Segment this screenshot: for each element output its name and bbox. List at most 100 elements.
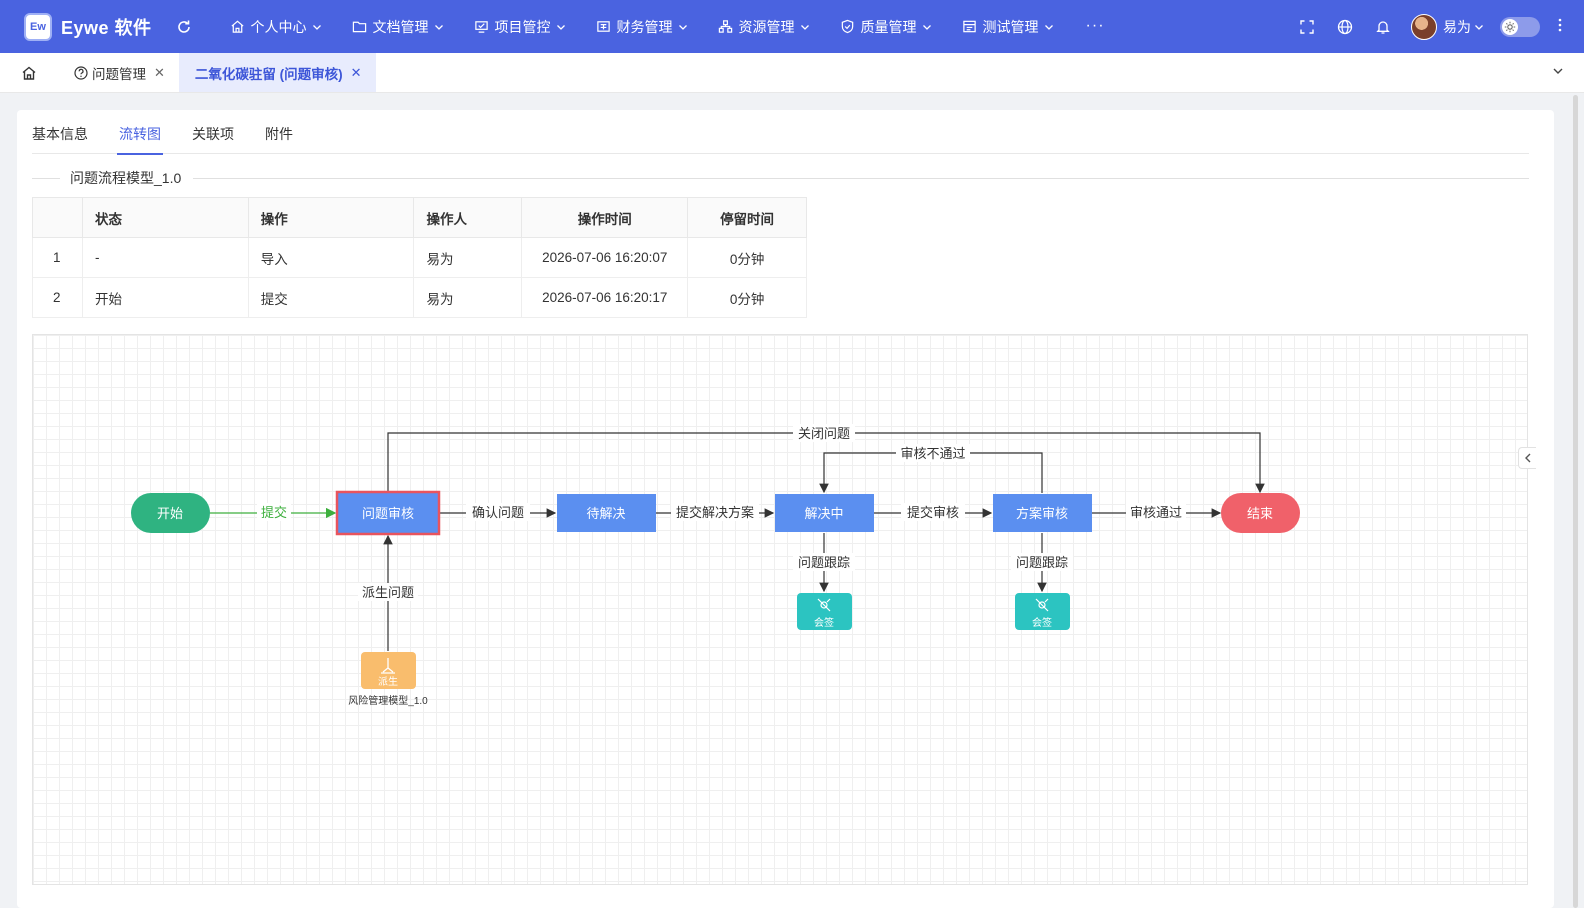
chevron-down-icon[interactable] <box>1552 65 1564 80</box>
menu-label: 个人中心 <box>250 18 307 35</box>
menu-label: 资源管理 <box>738 18 795 35</box>
chevron-down-icon <box>800 24 809 30</box>
node-countersign-2[interactable]: 会签 <box>1015 593 1070 630</box>
node-solving[interactable]: 解决中 <box>775 494 874 532</box>
table-cell: 1 <box>32 237 83 278</box>
table-cell: 易为 <box>413 237 523 278</box>
column-header: 操作人 <box>413 197 523 238</box>
table-row: 1 - 导入 易为 2026-07-06 16:20:07 0分钟 <box>32 237 807 278</box>
refresh-icon[interactable] <box>174 17 194 37</box>
user-menu[interactable]: 易为 <box>1411 13 1484 40</box>
chevron-down-icon <box>922 24 931 30</box>
folder-icon <box>352 21 366 33</box>
node-pending[interactable]: 待解决 <box>557 494 656 532</box>
menu-label: 项目管控 <box>494 18 551 35</box>
node-derive[interactable]: 派生 <box>361 652 416 689</box>
menu-label: 测试管理 <box>982 18 1039 35</box>
edge-label-submit-review: 提交审核 <box>907 505 959 520</box>
node-label: 待解决 <box>586 506 625 521</box>
more-vertical-icon[interactable] <box>1558 18 1562 35</box>
table-cell: 开始 <box>81 277 249 318</box>
side-panel-toggle[interactable] <box>1518 447 1536 469</box>
table-cell: - <box>81 237 249 278</box>
derive-model-caption: 风险管理模型_1.0 <box>348 694 428 707</box>
table-row: 2 开始 提交 易为 2026-07-06 16:20:17 0分钟 <box>32 277 807 318</box>
chevron-down-icon <box>1475 24 1483 30</box>
node-countersign-1[interactable]: 会签 <box>797 593 852 630</box>
node-start[interactable]: 开始 <box>131 493 210 533</box>
test-icon <box>962 20 976 33</box>
sun-icon <box>1502 18 1518 35</box>
menu-project-control[interactable]: 项目管控 <box>474 17 566 37</box>
flow-diagram-canvas[interactable]: 提交 确认问题 提交解决方案 提交审核 审核通过 关闭问题 审核不通过 问题跟踪… <box>32 334 1528 885</box>
operation-log-table: 状态 操作 操作人 操作时间 停留时间 1 - 导入 易为 2026-07-06… <box>32 197 807 318</box>
subtab-basic-info[interactable]: 基本信息 <box>32 124 88 154</box>
node-issue-review[interactable]: 问题审核 <box>335 490 441 536</box>
menu-more-button[interactable]: ··· <box>1086 17 1105 37</box>
column-header <box>32 197 83 238</box>
column-header: 操作 <box>247 197 415 238</box>
table-header-row: 状态 操作 操作人 操作时间 停留时间 <box>32 197 807 238</box>
main-card: 基本信息 流转图 关联项 附件 问题流程模型_1.0 状态 操作 操作人 操作时… <box>17 110 1554 908</box>
section-title: 问题流程模型_1.0 <box>32 168 1529 188</box>
shield-icon <box>841 19 853 34</box>
app-logo[interactable]: Ew Eywe 软件 <box>24 12 152 41</box>
chevron-down-icon <box>556 24 565 30</box>
home-tab[interactable] <box>0 53 58 92</box>
main-menu: 个人中心 文档管理 项目管控 财务管理 资源管理 质量管理 测试管理 ··· <box>230 17 1105 37</box>
page-tabbar: 问题管理 ✕ 二氧化碳驻留 (问题审核) ✕ <box>0 53 1584 93</box>
menu-finance-management[interactable]: 财务管理 <box>596 17 688 37</box>
node-label: 结束 <box>1247 506 1273 521</box>
menu-test-management[interactable]: 测试管理 <box>962 17 1054 37</box>
chevron-down-icon <box>1044 24 1053 30</box>
node-plan-review[interactable]: 方案审核 <box>993 494 1092 532</box>
menu-label: 财务管理 <box>616 18 673 35</box>
edge-label-submit: 提交 <box>261 505 287 520</box>
flow-edges <box>210 432 1265 651</box>
project-icon <box>474 21 488 33</box>
menu-label: 文档管理 <box>372 18 429 35</box>
menu-label: 质量管理 <box>860 18 917 35</box>
menu-personal-center[interactable]: 个人中心 <box>230 17 322 37</box>
column-header: 状态 <box>81 197 249 238</box>
home-icon <box>231 20 244 33</box>
app-title: Eywe 软件 <box>61 17 152 38</box>
edge-label-track-1: 问题跟踪 <box>798 555 850 570</box>
node-label: 开始 <box>157 506 183 521</box>
table-cell: 导入 <box>247 237 415 278</box>
node-label: 派生 <box>378 675 398 688</box>
node-label: 解决中 <box>804 506 843 521</box>
node-label: 会签 <box>814 616 834 629</box>
table-cell: 提交 <box>247 277 415 318</box>
tab-issue-review[interactable]: 二氧化碳驻留 (问题审核) ✕ <box>178 53 376 92</box>
finance-icon <box>596 21 610 32</box>
fullscreen-icon[interactable] <box>1297 17 1317 37</box>
question-icon <box>74 65 88 80</box>
bell-icon[interactable] <box>1373 17 1393 37</box>
scrollbar[interactable] <box>1573 95 1578 908</box>
edge-label-approve: 审核通过 <box>1130 505 1182 520</box>
theme-toggle[interactable] <box>1500 16 1540 37</box>
node-label: 问题审核 <box>362 506 414 521</box>
tab-issue-management[interactable]: 问题管理 ✕ <box>58 53 179 92</box>
edge-label-track-2: 问题跟踪 <box>1016 555 1068 570</box>
flow-diagram: 提交 确认问题 提交解决方案 提交审核 审核通过 关闭问题 审核不通过 问题跟踪… <box>131 424 1300 707</box>
table-cell: 易为 <box>413 277 523 318</box>
menu-quality-management[interactable]: 质量管理 <box>840 17 932 37</box>
menu-document-management[interactable]: 文档管理 <box>352 17 444 37</box>
edge-label-derived: 派生问题 <box>362 585 414 600</box>
chevron-down-icon <box>434 24 443 30</box>
divider <box>193 177 1529 179</box>
tab-label: 问题管理 <box>92 66 146 82</box>
subtab-flow-chart[interactable]: 流转图 <box>117 124 163 155</box>
globe-icon[interactable] <box>1335 17 1355 37</box>
menu-resource-management[interactable]: 资源管理 <box>718 17 810 37</box>
table-cell: 2026-07-06 16:20:07 <box>521 237 689 278</box>
close-icon[interactable]: ✕ <box>154 65 165 81</box>
close-icon[interactable]: ✕ <box>351 65 362 81</box>
process-model-title: 问题流程模型_1.0 <box>70 170 182 186</box>
subtab-related-items[interactable]: 关联项 <box>192 124 234 154</box>
subtab-attachments[interactable]: 附件 <box>265 124 293 154</box>
chevron-down-icon <box>678 24 687 30</box>
node-end[interactable]: 结束 <box>1221 493 1300 533</box>
